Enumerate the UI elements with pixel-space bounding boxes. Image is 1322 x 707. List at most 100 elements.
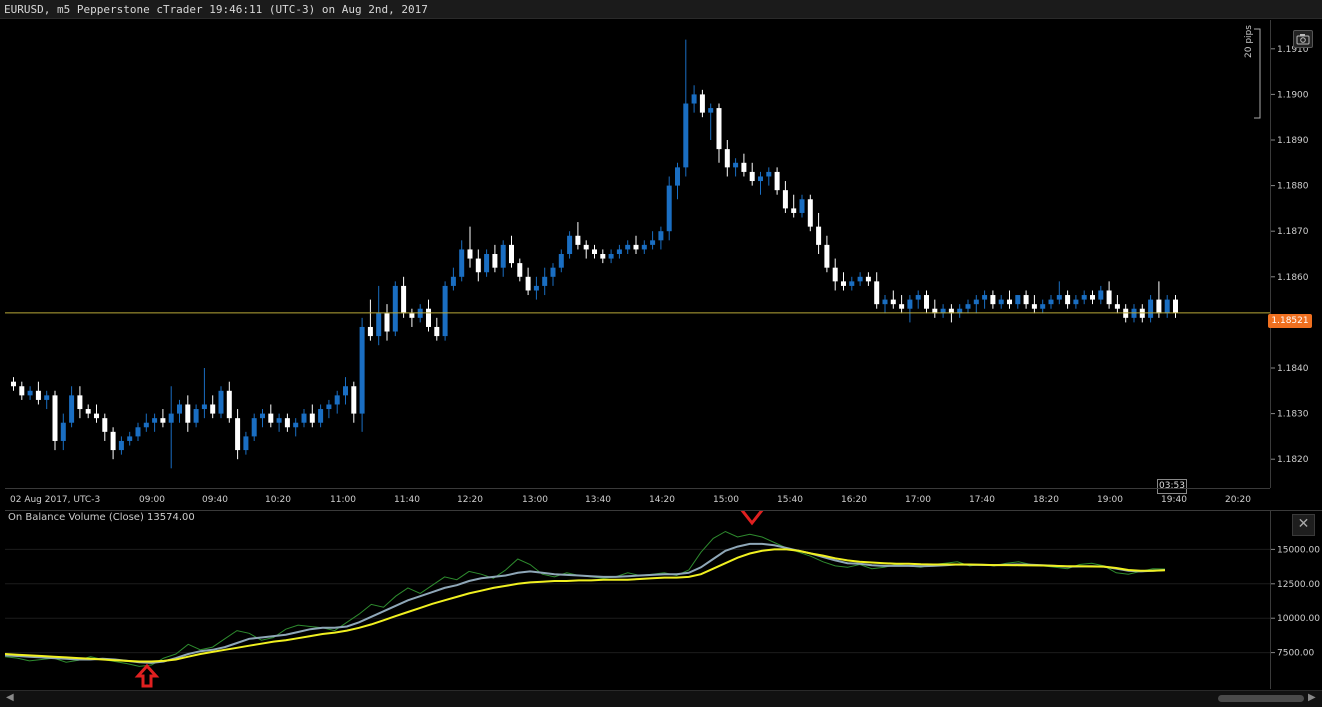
candle-body — [1031, 304, 1037, 309]
candle-body — [882, 299, 888, 305]
candle-body — [625, 244, 631, 250]
candle-body — [168, 413, 174, 423]
candle-body — [367, 326, 373, 337]
time-tick-label: 20:20 — [1225, 495, 1251, 505]
scroll-right-icon[interactable]: ▶ — [1308, 692, 1316, 703]
candle-body — [459, 249, 465, 277]
candle-body — [857, 276, 863, 282]
candle-body — [708, 108, 714, 113]
candle-body — [1148, 299, 1154, 318]
price-tick-label: 1.1880 — [1277, 182, 1309, 192]
candle-body — [865, 276, 871, 282]
price-tick-label: 1.1820 — [1277, 455, 1309, 465]
obv-series-0 — [4, 530, 1166, 667]
candle-body — [1073, 299, 1079, 305]
obv-axis[interactable]: 15000.00 12500.00 10000.00 7500.00 — [1270, 510, 1322, 689]
candle-body — [110, 431, 116, 451]
candle-body — [484, 254, 490, 273]
time-tick-label: 02 Aug 2017, UTC-3 — [10, 495, 100, 505]
obv-chart[interactable] — [4, 495, 1270, 689]
candle-body — [243, 436, 249, 451]
candle-body — [542, 276, 548, 286]
price-tick-label: 1.1860 — [1277, 273, 1309, 283]
candle-body — [533, 285, 539, 291]
candle-body — [841, 281, 846, 286]
price-axis-labels: 1.19101.19001.18901.18801.18701.18601.18… — [1271, 45, 1309, 465]
price-tick-label: 1.1870 — [1277, 227, 1309, 237]
candle-body — [633, 244, 639, 250]
screenshot-camera-icon[interactable] — [1293, 30, 1313, 48]
horizontal-scrollbar[interactable]: ◀ ▶ — [0, 690, 1322, 707]
candle-body — [102, 418, 108, 432]
candle-body — [608, 254, 614, 259]
candle-body — [135, 427, 141, 437]
obv-tick-label: 12500.00 — [1277, 580, 1320, 590]
obv-tick-label: 10000.00 — [1277, 614, 1320, 624]
time-axis[interactable]: 02 Aug 2017, UTC-3 09:00 09:40 10:20 11:00 11… — [5, 488, 1270, 507]
candle-body — [1173, 299, 1178, 313]
time-tick-label: 16:20 — [841, 495, 867, 505]
candle-body — [658, 231, 664, 241]
candle-body — [276, 418, 282, 423]
candle-body — [334, 395, 340, 405]
candle-body — [666, 185, 672, 232]
obv-axis-labels: 15000.00 12500.00 10000.00 7500.00 — [1271, 545, 1320, 659]
candle-body — [318, 409, 324, 423]
arrow-down-icon — [737, 495, 767, 526]
candle-body — [260, 413, 265, 419]
obv-indicator-pane[interactable] — [4, 495, 1270, 689]
candle-body — [118, 440, 124, 451]
candle-body — [849, 281, 855, 286]
candle-body — [293, 422, 299, 428]
candle-body — [683, 103, 689, 168]
candle-body — [600, 254, 606, 259]
time-tick-label: 17:00 — [905, 495, 931, 505]
price-tick-label: 1.1890 — [1277, 136, 1309, 146]
candle-body — [19, 386, 25, 396]
candle-body — [890, 299, 896, 305]
candle-body — [235, 418, 241, 451]
candle-body — [982, 295, 988, 300]
time-tick-label: 15:40 — [777, 495, 803, 505]
candle-body — [210, 404, 216, 414]
obv-series-1 — [4, 542, 1166, 664]
price-axis[interactable]: 1.1910 1.1900 1.1890 1.1880 1.1870 1.1860 1.18… — [1270, 20, 1322, 488]
candle-body — [326, 404, 332, 410]
time-tick-label: 12:20 — [457, 495, 483, 505]
candle-body — [990, 295, 996, 305]
candle-body — [450, 276, 456, 286]
candle-body — [592, 249, 597, 254]
arrow-up-icon — [134, 663, 160, 688]
current-price-tag: 1.18521 — [1268, 314, 1312, 328]
candle-body — [774, 171, 780, 191]
candle-body — [351, 386, 357, 414]
candle-body — [733, 162, 739, 168]
candlestick-chart[interactable] — [5, 20, 1270, 488]
price-chart-pane[interactable] — [5, 20, 1270, 488]
time-tick-label: 11:00 — [330, 495, 356, 505]
candle-body — [301, 413, 307, 423]
scroll-thumb[interactable] — [1218, 695, 1304, 702]
candle-body — [500, 244, 506, 268]
obv-series-2 — [4, 548, 1166, 663]
candle-body — [185, 404, 191, 423]
obv-tick-label: 7500.00 — [1277, 649, 1314, 659]
time-tick-label: 09:40 — [202, 495, 228, 505]
candle-body — [44, 395, 50, 400]
candle-body — [650, 240, 656, 245]
candle-body — [384, 313, 390, 332]
pips-bracket — [1254, 28, 1261, 119]
candle-body — [11, 381, 16, 387]
candle-body — [525, 276, 531, 291]
candle-body — [492, 254, 498, 268]
candle-body — [575, 235, 581, 245]
scroll-left-icon[interactable]: ◀ — [6, 692, 14, 703]
candle-body — [907, 299, 913, 309]
candle-body — [724, 149, 730, 168]
candle-body — [1098, 290, 1104, 300]
candle-body — [517, 263, 523, 277]
time-tick-label: 14:20 — [649, 495, 675, 505]
candle-body — [758, 176, 763, 182]
candle-body — [1023, 295, 1029, 305]
candle-body — [1048, 299, 1054, 305]
